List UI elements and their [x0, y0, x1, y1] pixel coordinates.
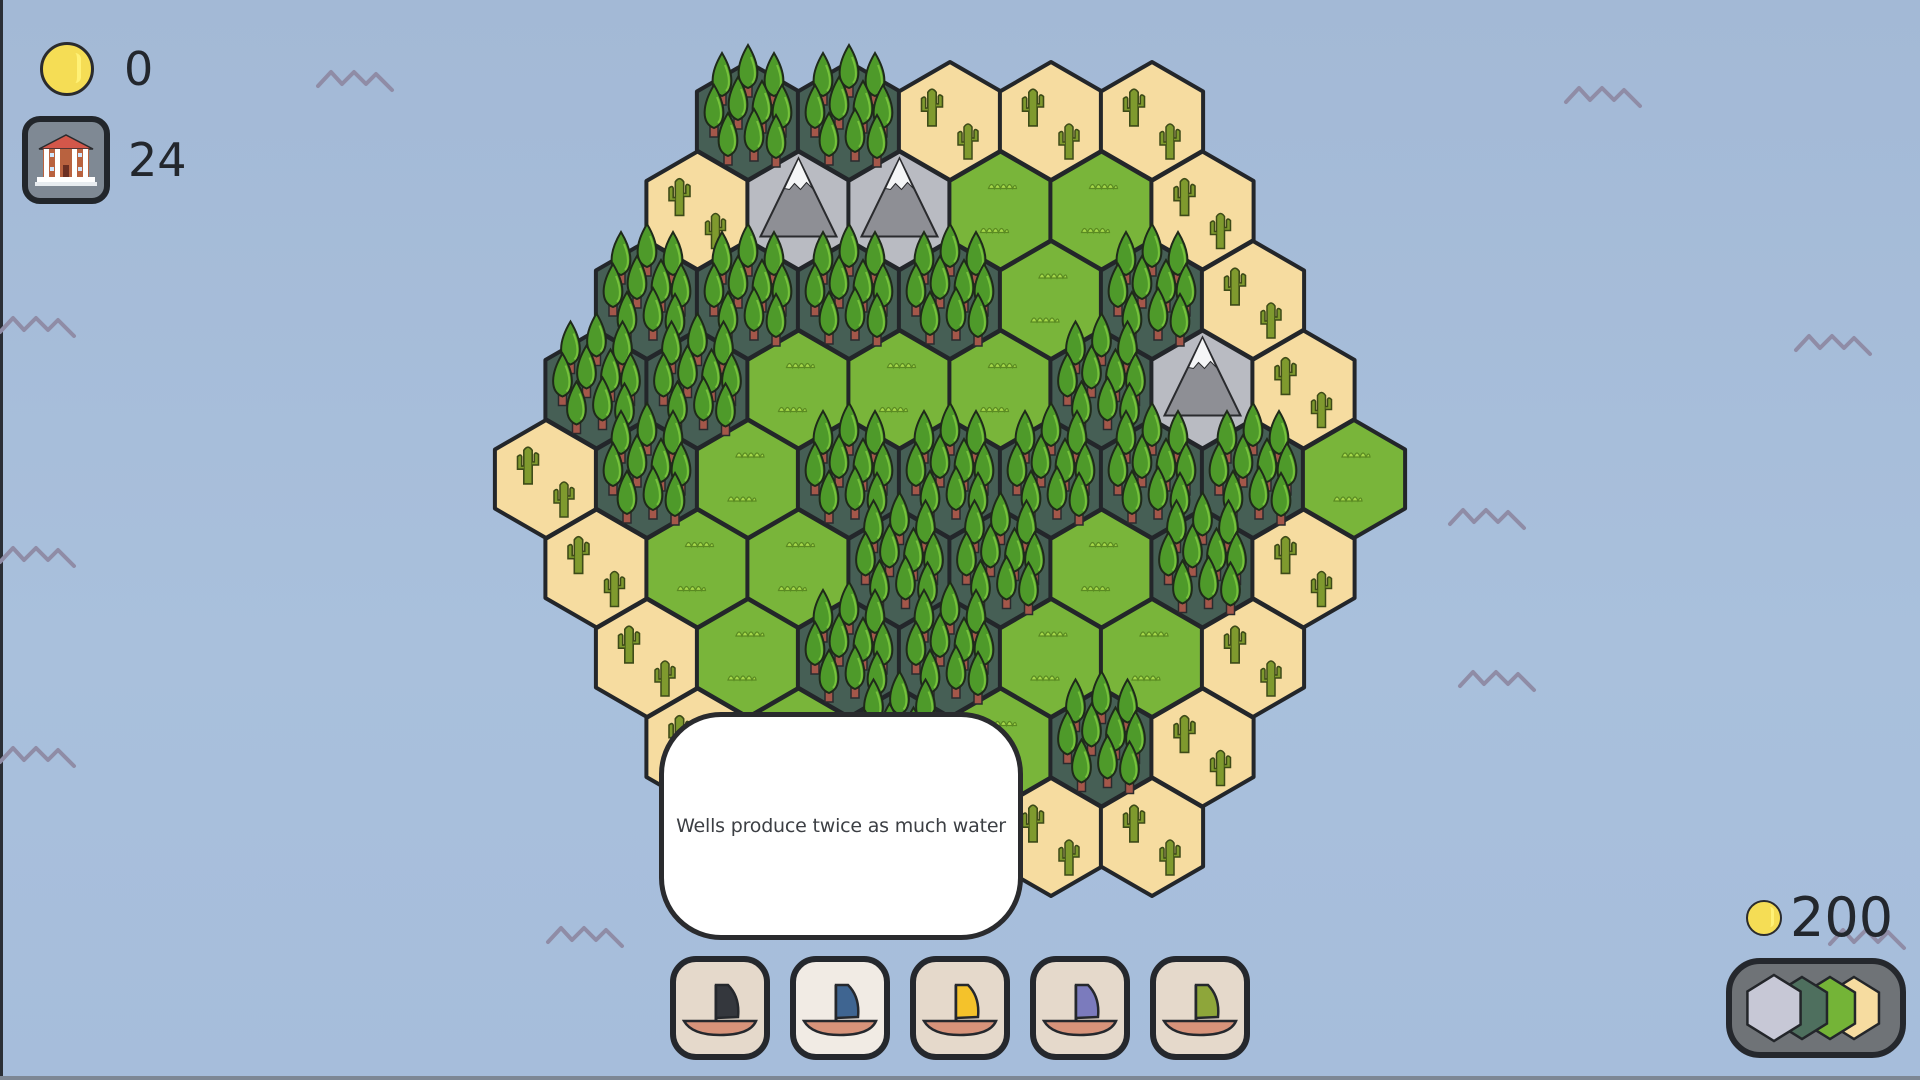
boat-icon	[1161, 983, 1238, 1037]
buildings-button[interactable]	[22, 116, 110, 204]
museum-building-icon	[35, 134, 97, 186]
boat-icon	[1041, 983, 1118, 1037]
coin-icon	[1746, 899, 1782, 936]
buildings-value: 24	[128, 133, 187, 187]
boat-icon	[801, 983, 878, 1037]
boat-card-button[interactable]	[910, 956, 1010, 1060]
tooltip-text: Wells produce twice as much water	[676, 815, 1006, 837]
buildings-counter: 24	[22, 116, 187, 204]
boat-card-button[interactable]	[1030, 956, 1130, 1060]
buy-tile-pack-button[interactable]	[1726, 958, 1906, 1058]
boat-icon	[681, 983, 758, 1037]
card-tooltip: Wells produce twice as much water	[659, 712, 1023, 940]
coin-icon	[40, 42, 94, 96]
window-bottom-edge	[0, 1076, 1920, 1080]
coins-counter: 0	[40, 42, 153, 96]
boat-icon	[921, 983, 998, 1037]
boat-card-button[interactable]	[790, 956, 890, 1060]
boat-card-button[interactable]	[1150, 956, 1250, 1060]
boat-card-button[interactable]	[670, 956, 770, 1060]
tile-pack-price: 200	[1746, 886, 1893, 949]
coins-value: 0	[124, 42, 154, 96]
price-value: 200	[1790, 886, 1894, 949]
tile-pack-icon	[1746, 973, 1881, 1043]
